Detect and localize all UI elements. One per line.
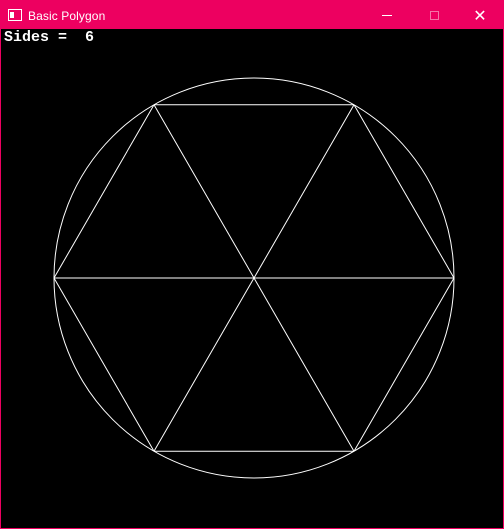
polygon-spoke <box>153 104 255 279</box>
polygon-edge <box>53 104 155 279</box>
minimize-icon <box>382 15 392 16</box>
close-icon: ✕ <box>473 5 487 25</box>
polygon-edge <box>53 277 155 452</box>
polygon-spoke <box>153 277 255 452</box>
close-button[interactable]: ✕ <box>457 1 503 30</box>
app-window-icon <box>8 9 22 21</box>
maximize-button[interactable] <box>411 1 457 30</box>
polygon-edge <box>353 104 455 279</box>
polygon-edge <box>353 277 455 452</box>
app-window: Basic Polygon ✕ Sides = 6 <box>0 0 504 529</box>
minimize-button[interactable] <box>364 1 410 30</box>
title-bar[interactable]: Basic Polygon ✕ <box>1 1 503 30</box>
maximize-icon <box>429 11 439 20</box>
polygon-drawing <box>53 77 455 479</box>
polygon-spoke <box>253 104 355 279</box>
drawing-canvas[interactable]: Sides = 6 <box>1 29 503 528</box>
polygon-spoke <box>253 277 355 452</box>
window-title: Basic Polygon <box>28 9 106 23</box>
